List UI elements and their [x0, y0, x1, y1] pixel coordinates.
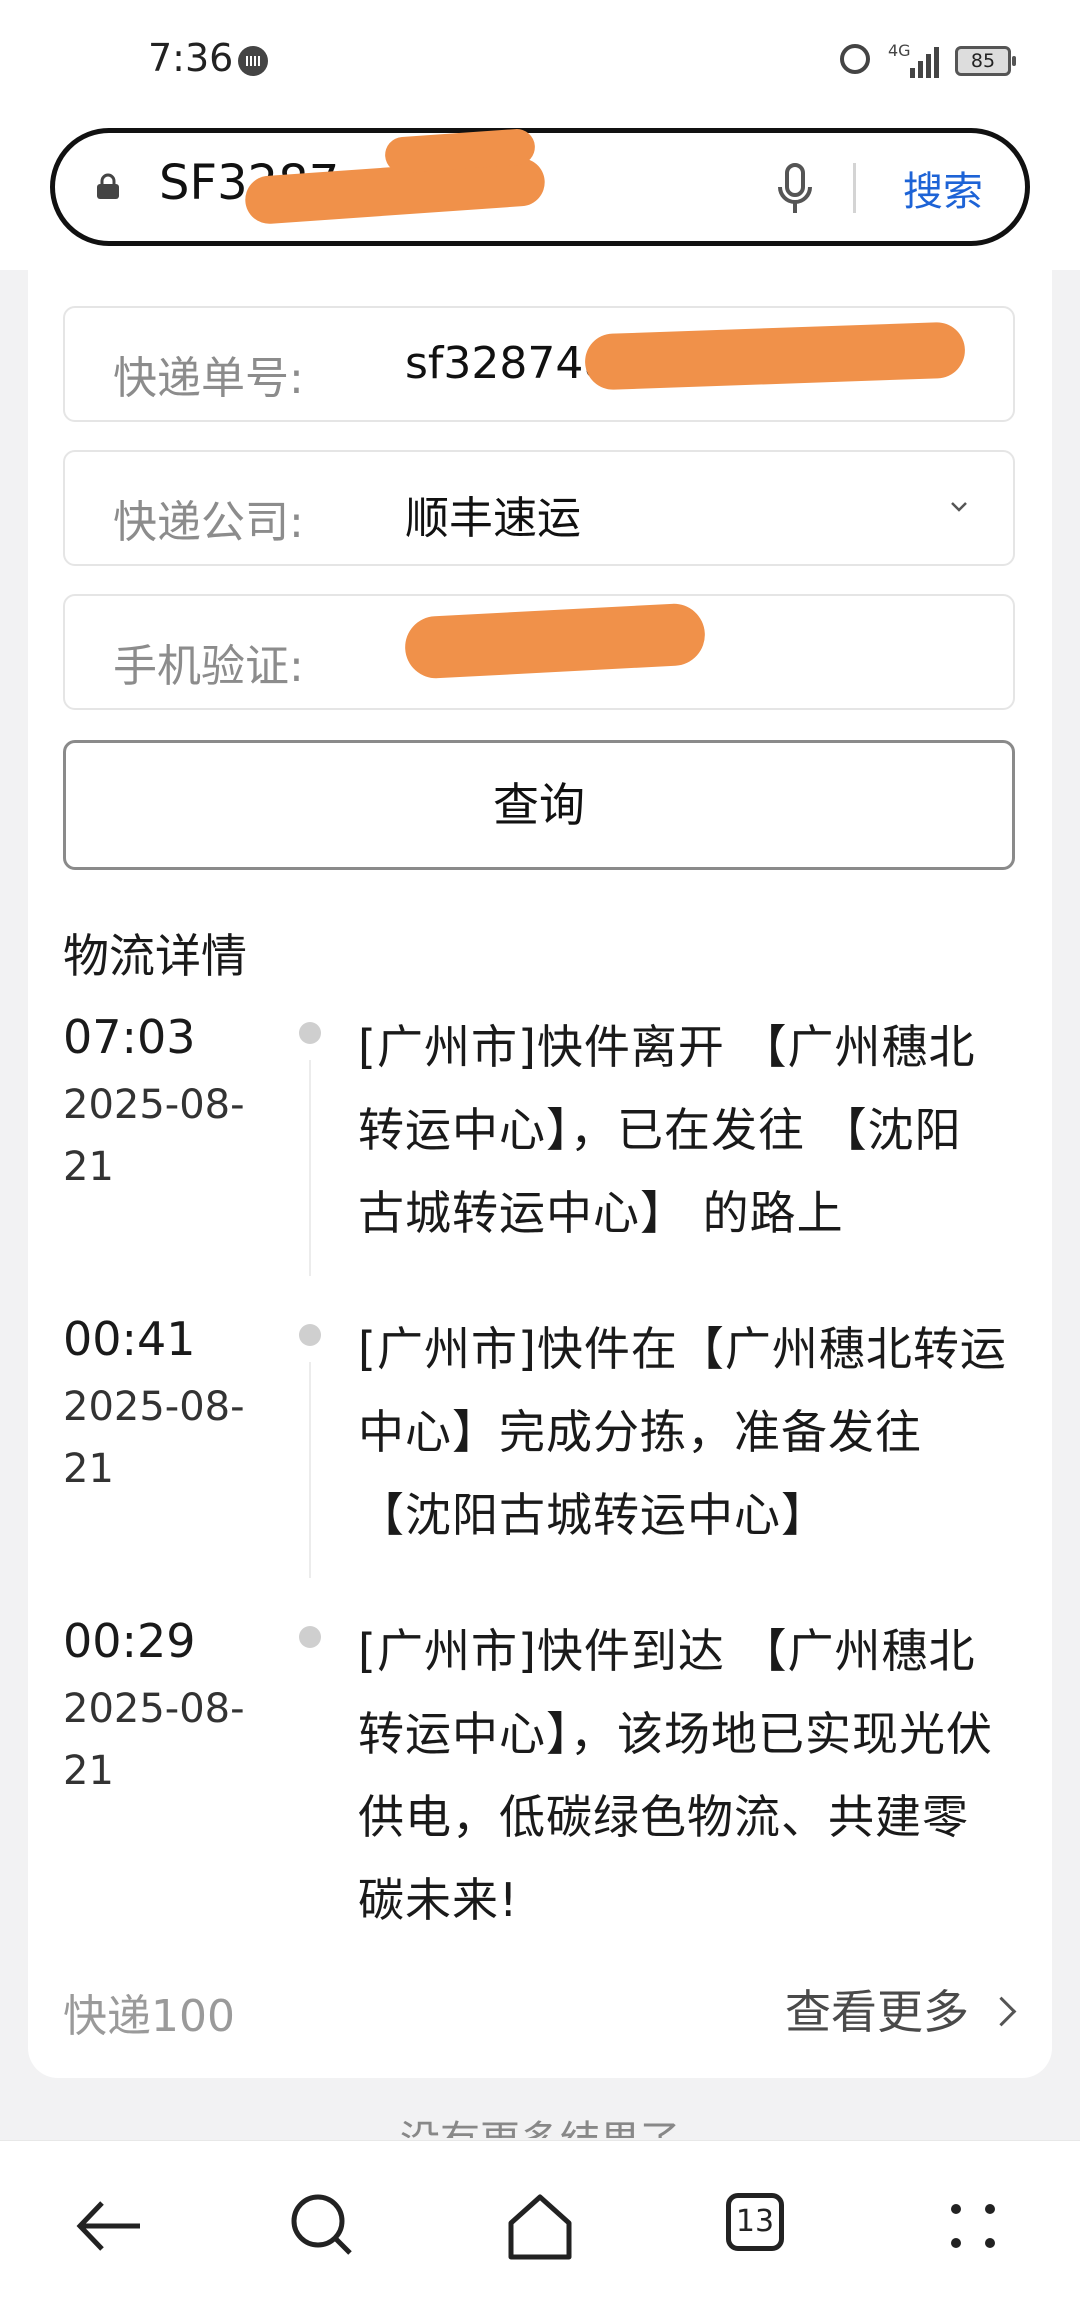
view-more-link[interactable]: 查看更多	[785, 1976, 1017, 2042]
data-source-label: 快递100	[63, 1991, 235, 2042]
event-date: 2025-08-21	[63, 1384, 245, 1492]
search-icon[interactable]	[278, 2181, 368, 2271]
event-description: [广州市]快件离开 【广州穗北转运中心】，已在发往 【沈阳古城转运中心】 的路上	[358, 1020, 976, 1240]
tracking-number-input[interactable]: sf328748	[405, 338, 611, 389]
courier-company-value[interactable]: 顺丰速运	[405, 482, 581, 546]
timeline-dot	[299, 1626, 321, 1648]
alarm-icon	[840, 44, 870, 74]
tab-count: 13	[726, 2193, 784, 2251]
search-row: SF3287 搜索	[0, 120, 1080, 270]
event-time: 00:41	[63, 1312, 196, 1366]
tracking-card: 快递单号: sf328748 快递公司: 顺丰速运 手机验证: 查询 物流详情 …	[28, 270, 1052, 2078]
divider	[853, 163, 856, 213]
logistics-title: 物流详情	[63, 929, 247, 983]
voice-assistant-icon	[238, 46, 268, 76]
timeline-dot	[299, 1324, 321, 1346]
no-more-results: 没有更多结果了	[0, 2108, 1080, 2138]
home-icon[interactable]	[495, 2181, 585, 2271]
event-time: 00:29	[63, 1614, 196, 1668]
search-button[interactable]: 搜索	[903, 159, 983, 217]
more-menu-icon[interactable]	[928, 2181, 1018, 2271]
tracking-number-field[interactable]: 快递单号: sf328748	[63, 306, 1015, 422]
signal-icon	[910, 44, 946, 78]
status-time: 7:36	[148, 36, 234, 80]
event-date: 2025-08-21	[63, 1082, 245, 1190]
event-description: [广州市]快件到达 【广州穗北转运中心】，该场地已实现光伏供电，低碳绿色物流、共…	[358, 1624, 993, 1927]
event-time: 07:03	[63, 1010, 196, 1064]
network-type: 4G	[888, 41, 911, 60]
tracking-number-label: 快递单号:	[113, 353, 304, 404]
tabs-button[interactable]: 13	[712, 2181, 802, 2271]
chevron-down-icon[interactable]	[949, 496, 969, 516]
battery-icon: 85	[955, 46, 1016, 76]
redaction-mark	[403, 602, 707, 680]
status-bar: 7:36 4G 85	[0, 0, 1080, 120]
search-box[interactable]: SF3287 搜索	[50, 127, 1030, 246]
courier-company-select[interactable]: 快递公司: 顺丰速运	[63, 450, 1015, 566]
courier-company-label: 快递公司:	[113, 497, 304, 548]
view-more-label: 查看更多	[785, 1985, 969, 2039]
bottom-nav: 13	[0, 2140, 1080, 2311]
lock-icon	[97, 173, 119, 199]
phone-verify-label: 手机验证:	[113, 641, 304, 692]
timeline-line	[309, 1362, 311, 1578]
event-date: 2025-08-21	[63, 1686, 245, 1794]
chevron-right-icon	[986, 1996, 1017, 2027]
timeline-line	[309, 1060, 311, 1276]
timeline-dot	[299, 1022, 321, 1044]
redaction-mark	[584, 321, 966, 391]
microphone-icon[interactable]	[775, 161, 815, 217]
back-arrow-icon[interactable]	[62, 2181, 152, 2271]
phone-verify-field[interactable]: 手机验证:	[63, 594, 1015, 710]
query-button[interactable]: 查询	[63, 740, 1015, 870]
event-description: [广州市]快件在【广州穗北转运中心】完成分拣，准备发往 【沈阳古城转运中心】	[358, 1322, 1007, 1542]
